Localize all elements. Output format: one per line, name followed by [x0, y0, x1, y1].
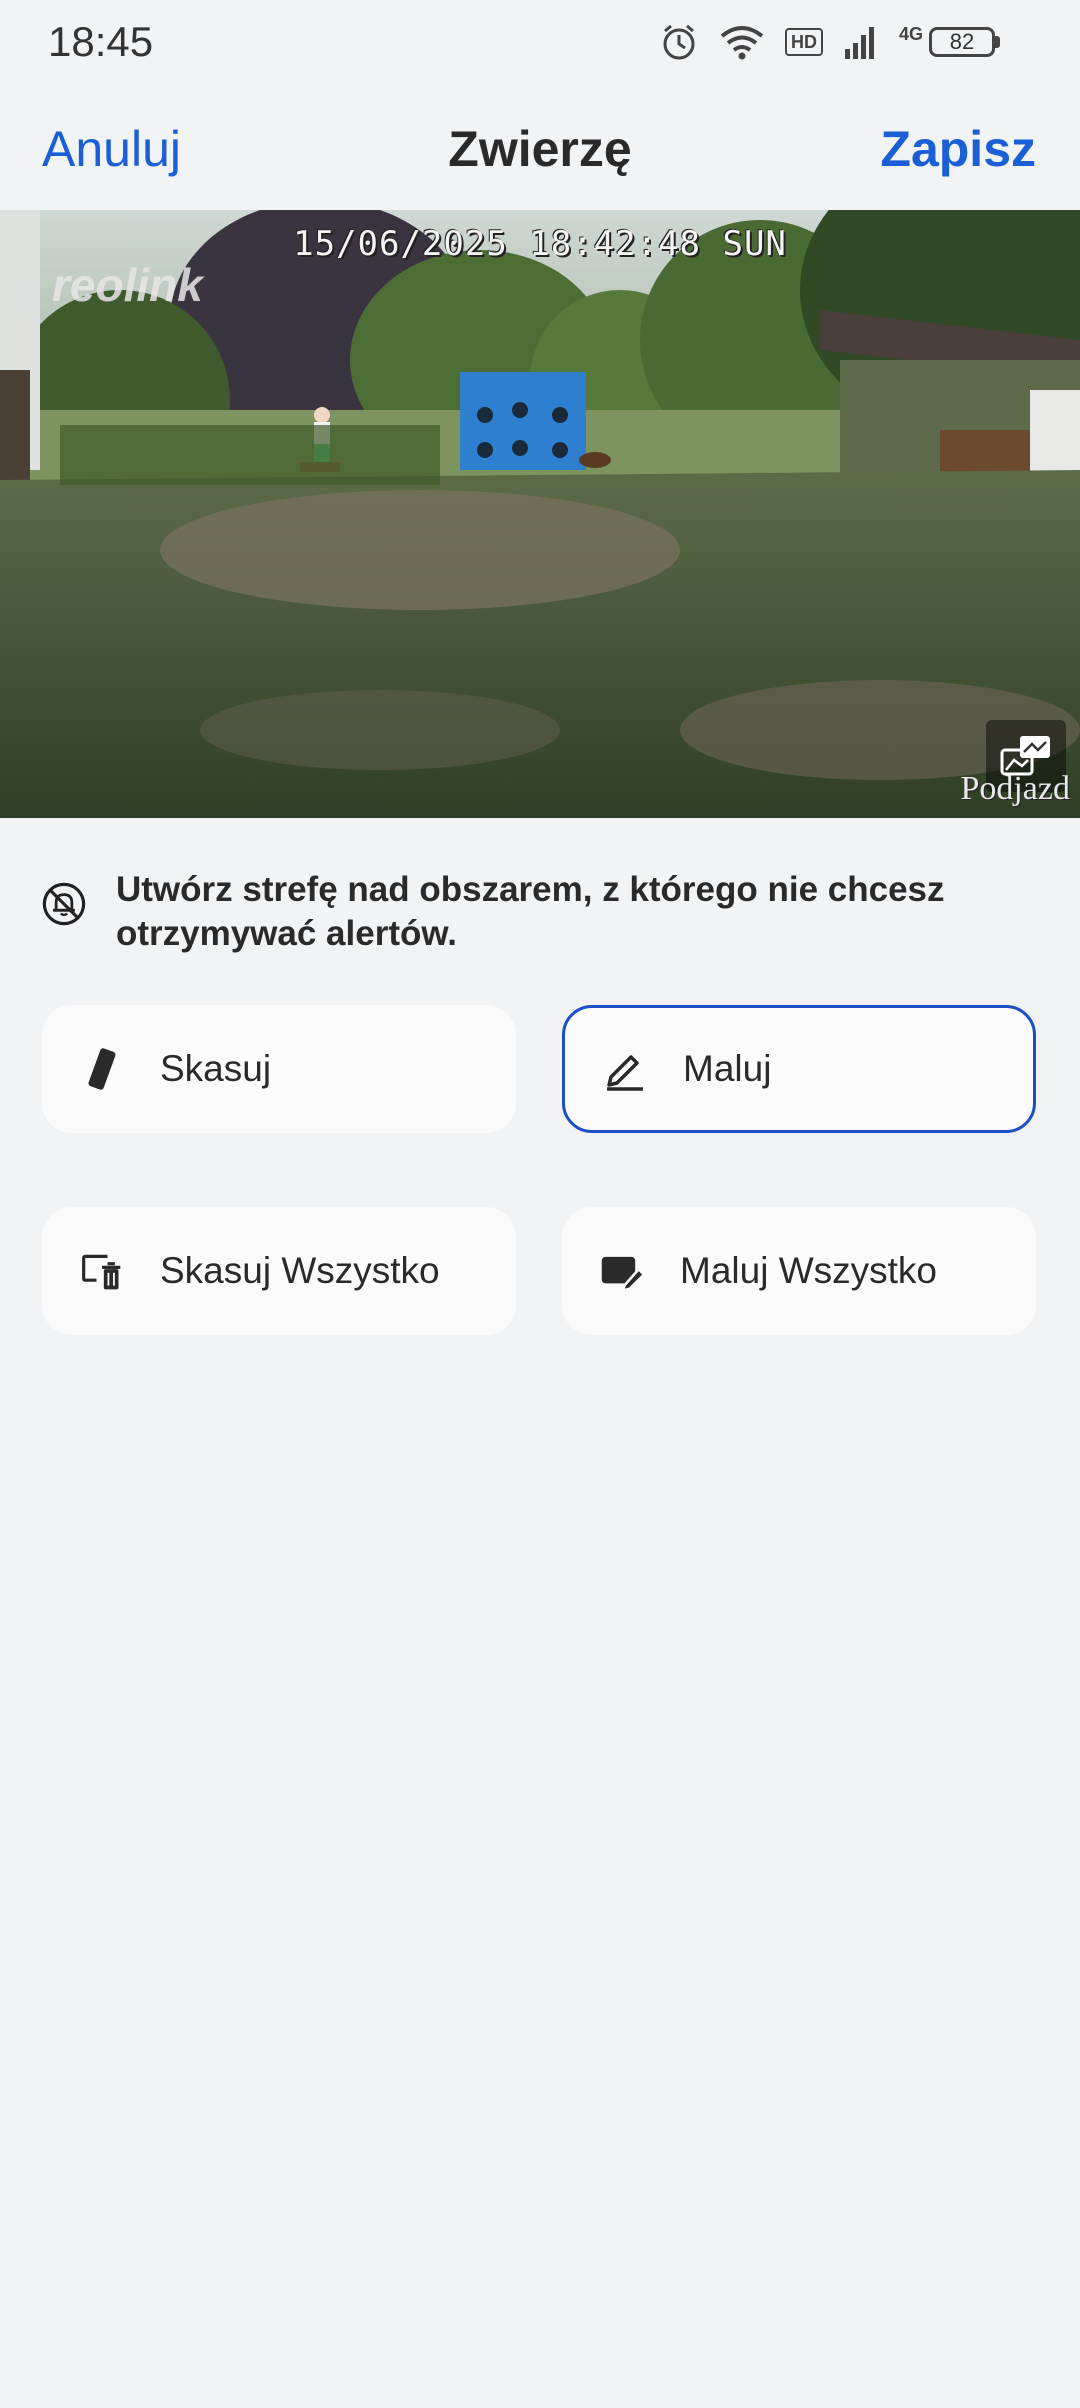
battery-icon: 82	[929, 27, 1000, 57]
eraser-icon	[80, 1047, 124, 1091]
save-button[interactable]: Zapisz	[880, 120, 1036, 178]
paint-all-label: Maluj Wszystko	[680, 1250, 937, 1291]
wifi-icon	[719, 24, 765, 60]
pencil-icon	[603, 1047, 647, 1091]
info-text: Utwórz strefę nad obszarem, z którego ni…	[115, 870, 945, 953]
status-time: 18:45	[48, 18, 154, 65]
camera-preview[interactable]: 15/06/2025 18:42:48 SUN reolink Podjazd	[0, 210, 1080, 818]
erase-all-button[interactable]: Skasuj Wszystko	[42, 1207, 516, 1335]
paint-label: Maluj	[683, 1048, 772, 1089]
alarm-icon	[659, 22, 699, 62]
erase-all-label: Skasuj Wszystko	[160, 1250, 440, 1291]
fill-all-icon	[600, 1249, 644, 1293]
clear-all-icon	[80, 1249, 124, 1293]
signal-icon	[843, 25, 879, 59]
header-bar: Anuluj Zwierzę Zapisz	[0, 100, 1080, 196]
hd-icon: HD	[784, 28, 823, 56]
camera-logo: reolink	[52, 259, 203, 311]
erase-button[interactable]: Skasuj	[42, 1005, 516, 1133]
status-icons: HD 4G 82	[659, 20, 1000, 64]
paint-all-button[interactable]: Maluj Wszystko	[562, 1207, 1036, 1335]
info-banner: Utwórz strefę nad obszarem, z którego ni…	[42, 868, 1042, 956]
status-bar: 18:45 HD 4G 82	[0, 0, 1080, 84]
no-alert-icon	[42, 882, 86, 926]
erase-label: Skasuj	[160, 1048, 272, 1089]
paint-button[interactable]: Maluj	[562, 1005, 1036, 1133]
network-type: 4G	[898, 23, 923, 44]
battery-level: 82	[929, 27, 995, 57]
camera-name: Podjazd	[960, 770, 1070, 807]
